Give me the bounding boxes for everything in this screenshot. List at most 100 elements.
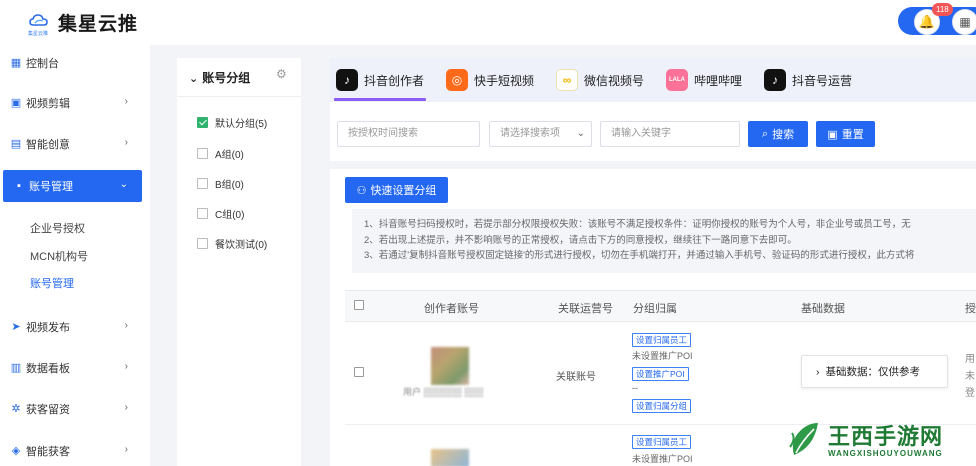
sidebar-subitem-account-manage[interactable]: 账号管理 [30, 275, 74, 291]
sidebar-item-console[interactable]: ▦ 控制台 [0, 47, 150, 79]
watermark: 王西手游网 WANGXISHOUYOUWANG [786, 417, 976, 466]
notice-line: 1、抖音账号扫码授权时，若提示部分权限授权失败：该账号不满足授权条件：证明你授权… [364, 219, 911, 230]
app-title: 集星云推 [58, 14, 139, 35]
kuaishou-icon: ◎ [446, 69, 468, 91]
auth-info-line: 登 [965, 388, 975, 399]
poi-status: 未设置推广POI [632, 351, 693, 361]
sidebar-item-smart-customer[interactable]: ◈ 智能获客 › [0, 435, 150, 466]
sidebar-item-label: 获客留资 [26, 404, 70, 416]
group-item-label: C组(0) [215, 210, 245, 221]
image-stats-icon: ▦ [959, 15, 971, 29]
sidebar-item-video-edit[interactable]: ▣ 视频剪辑 › [0, 87, 150, 119]
reset-button[interactable]: ▣ 重置 [816, 121, 875, 147]
sidebar-item-data-board[interactable]: ▥ 数据看板 › [0, 352, 150, 384]
watermark-subtitle: WANGXISHOUYOUWANG [828, 449, 943, 458]
send-icon: ➤ [11, 321, 21, 333]
smart-customer-icon: ◈ [11, 445, 21, 457]
chevron-right-icon: › [816, 365, 820, 378]
auth-notice: 1、抖音账号扫码授权时，若提示部分权限授权失败：该账号不满足授权条件：证明你授权… [352, 209, 976, 273]
statistics-button[interactable]: ▦ [952, 9, 976, 35]
tab-douyin-creator[interactable]: ♪ 抖音创作者 [336, 66, 424, 94]
smart-creative-icon: ▤ [10, 138, 22, 150]
group-item[interactable]: B组(0) [197, 176, 244, 191]
sidebar-item-account[interactable]: ▪ 账号管理 ⌄ [3, 170, 142, 202]
group-checkbox[interactable] [197, 208, 208, 219]
sidebar-subitem-enterprise-auth[interactable]: 企业号授权 [30, 220, 85, 236]
chevron-right-icon: › [124, 96, 128, 107]
tab-label: 微信视频号 [584, 73, 645, 88]
set-poi-tag[interactable]: 设置推广POI [632, 367, 689, 381]
tab-label: 快手短视频 [474, 73, 535, 88]
group-checkbox[interactable] [197, 178, 208, 189]
set-employee-tag[interactable]: 设置归属员工 [632, 435, 692, 449]
tab-douyin-operation[interactable]: ♪ 抖音号运营 [764, 66, 852, 94]
chevron-right-icon: › [124, 361, 128, 372]
avatar [431, 347, 469, 385]
sidebar-item-label: 数据看板 [26, 363, 70, 375]
group-icon: ⚇ [356, 184, 367, 197]
tab-wechat-channels[interactable]: ∞ 微信视频号 [556, 66, 644, 94]
group-checkbox[interactable] [197, 148, 208, 159]
keyword-input[interactable]: 请输入关键字 [600, 121, 740, 147]
group-item[interactable]: 餐饮测试(0) [197, 236, 267, 251]
set-group-tag[interactable]: 设置归属分组 [632, 399, 692, 413]
sidebar-subitem-mcn[interactable]: MCN机构号 [30, 248, 88, 264]
group-checkbox[interactable] [197, 117, 208, 128]
search-button[interactable]: ⌕ 搜索 [748, 121, 808, 147]
search-icon: ⌕ [761, 127, 769, 140]
group-checkbox[interactable] [197, 238, 208, 249]
table-row: 用户 ▒▒▒▒▒▒ ▒▒▒ 关联账号 设置归属员工 未设置推广POI 设置推广P… [345, 322, 976, 425]
auth-info-line: 用 [965, 354, 975, 365]
sidebar-item-video-publish[interactable]: ➤ 视频发布 › [0, 311, 150, 343]
dashboard-icon: ▦ [10, 57, 22, 69]
tab-bilibili[interactable]: LALA 哔哩哔哩 [666, 66, 742, 94]
sidebar-item-label: 账号管理 [29, 181, 73, 193]
bell-icon: 🔔 [918, 14, 936, 29]
tab-label: 哔哩哔哩 [694, 73, 743, 88]
tab-kuaishou[interactable]: ◎ 快手短视频 [446, 66, 534, 94]
row-checkbox[interactable] [354, 367, 364, 377]
col-group: 分组归属 [633, 303, 677, 315]
col-creator-account: 创作者账号 [424, 303, 479, 315]
logo-cloud-icon [29, 14, 48, 26]
select-all-checkbox[interactable] [354, 300, 364, 310]
sidebar: ▦ 控制台 ▣ 视频剪辑 › ▤ 智能创意 › ▪ 账号管理 ⌄ 企业号授权 M… [0, 45, 150, 466]
sidebar-item-label: 智能创意 [26, 139, 70, 151]
video-edit-icon: ▣ [10, 97, 22, 109]
top-bar: 集星云推 集星云推 🔔 118 ▦ [0, 0, 976, 45]
notice-line: 2、若出现上述提示，并不影响账号的正常授权，请点击下方的同意授权，继续往下一路同… [364, 234, 797, 246]
douyin-icon: ♪ [764, 69, 786, 91]
poi-status: 未设置推广POI [632, 454, 693, 464]
sidebar-item-label: 智能获客 [26, 446, 70, 458]
wechat-channels-icon: ∞ [556, 69, 578, 91]
auth-info-line: 未 [965, 371, 975, 382]
group-item[interactable]: 默认分组(5) [197, 115, 267, 130]
chevron-down-icon: ⌄ [119, 179, 128, 190]
account-group-panel: ⌄ 账号分组 ⚙ 默认分组(5) A组(0) B组(0) C组(0) 餐饮测试(0… [177, 58, 301, 466]
gear-icon[interactable]: ⚙ [276, 67, 287, 81]
col-auth: 授 [965, 303, 976, 315]
douyin-icon: ♪ [336, 69, 358, 91]
group-item[interactable]: A组(0) [197, 146, 244, 161]
notification-badge: 118 [932, 3, 953, 16]
group-item-label: B组(0) [215, 180, 244, 191]
avatar [431, 449, 469, 466]
auth-time-search-input[interactable]: 按授权时间搜索 [337, 121, 480, 147]
set-employee-tag[interactable]: 设置归属员工 [632, 333, 692, 347]
section-divider [330, 161, 976, 169]
quick-group-button[interactable]: ⚇ 快速设置分组 [345, 177, 448, 203]
sidebar-item-smart-creative[interactable]: ▤ 智能创意 › [0, 128, 150, 160]
reset-icon: ▣ [827, 128, 838, 141]
group-panel-title[interactable]: ⌄ 账号分组 [189, 69, 250, 86]
search-item-select[interactable]: 请选择搜索项 ⌄ [489, 121, 592, 147]
active-tab-indicator [334, 98, 426, 101]
group-item-label: 餐饮测试(0) [215, 240, 268, 251]
divider [177, 96, 301, 97]
sidebar-item-customer-lead[interactable]: ✲ 获客留资 › [0, 393, 150, 425]
basic-data-button[interactable]: › 基础数据：仅供参考 [801, 355, 948, 388]
sidebar-item-label: 控制台 [26, 58, 59, 70]
col-basic-data: 基础数据 [801, 303, 845, 315]
group-item[interactable]: C组(0) [197, 206, 244, 221]
table-header: 创作者账号 关联运营号 分组归属 基础数据 授 [345, 290, 976, 322]
linked-account-text[interactable]: 关联账号 [556, 368, 596, 383]
